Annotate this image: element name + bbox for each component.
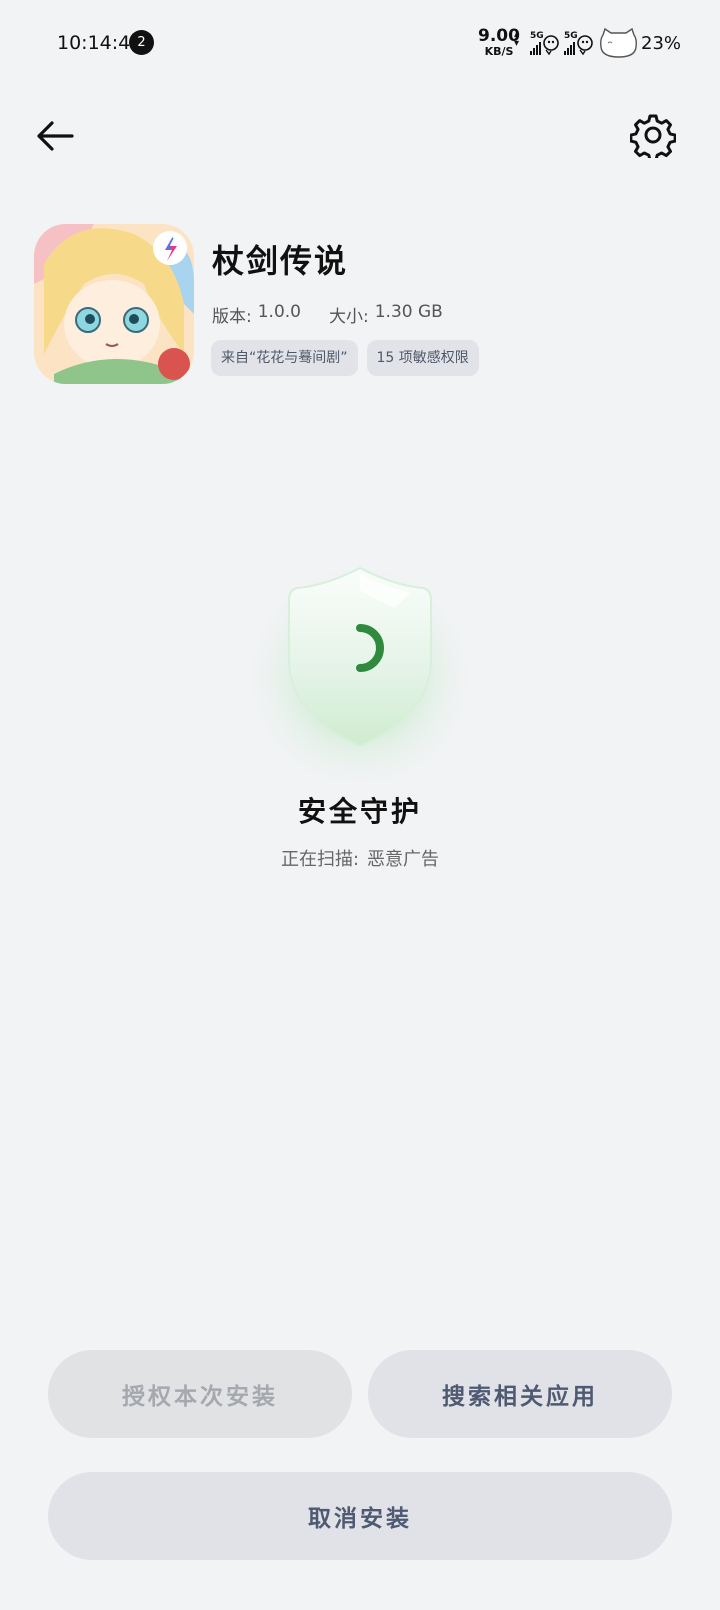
scan-status-label: 正在扫描: (280, 849, 360, 870)
status-bar: 10:14:44 2 9.00 KB/S ▴ ▾ 5G 5G 23% (0, 0, 720, 90)
authorize-install-button[interactable]: 授权本次安装 (48, 1350, 352, 1438)
settings-button[interactable] (629, 112, 677, 162)
scan-status: 正在扫描: 恶意广告 (0, 845, 720, 871)
search-related-apps-button[interactable]: 搜索相关应用 (368, 1350, 672, 1438)
app-name: 杖剑传说 (212, 242, 349, 280)
version-label: 版本: (212, 307, 252, 327)
arrow-left-icon (37, 121, 74, 151)
app-version: 版本: 1.0.0 (212, 302, 301, 327)
source-tag[interactable]: 来自“花花与蓦间剧” (211, 340, 358, 376)
cancel-install-button[interactable]: 取消安装 (48, 1472, 672, 1560)
scan-title: 安全守护 (297, 795, 422, 828)
sim2-label: 5G (564, 31, 578, 41)
install-screen: 10:14:44 2 9.00 KB/S ▴ ▾ 5G 5G 23% 杖剑传说 … (0, 0, 720, 1610)
signal-sim2-icon: 5G (564, 31, 594, 57)
app-size: 大小: 1.30 GB (329, 302, 443, 327)
scan-status-value: 恶意广告 (367, 849, 440, 870)
app-tags: 来自“花花与蓦间剧” 15 项敏感权限 (211, 340, 488, 376)
battery-percent: 23% (641, 33, 682, 54)
version-value: 1.0.0 (257, 302, 301, 322)
signal-sim1-icon: 5G (530, 31, 560, 57)
back-button[interactable] (34, 114, 78, 158)
size-value: 1.30 GB (374, 302, 443, 322)
shield-icon (238, 543, 482, 787)
sim1-label: 5G (530, 31, 544, 41)
security-shield (235, 530, 485, 787)
battery-cat-icon (599, 27, 638, 59)
app-icon (34, 224, 194, 384)
data-activity-icon: ▴ ▾ (514, 29, 520, 49)
notification-badge: 2 (129, 30, 154, 55)
permissions-tag[interactable]: 15 项敏感权限 (366, 340, 479, 376)
size-label: 大小: (329, 307, 369, 327)
app-meta: 版本: 1.0.0 大小: 1.30 GB (212, 302, 471, 327)
gear-icon (629, 114, 677, 162)
